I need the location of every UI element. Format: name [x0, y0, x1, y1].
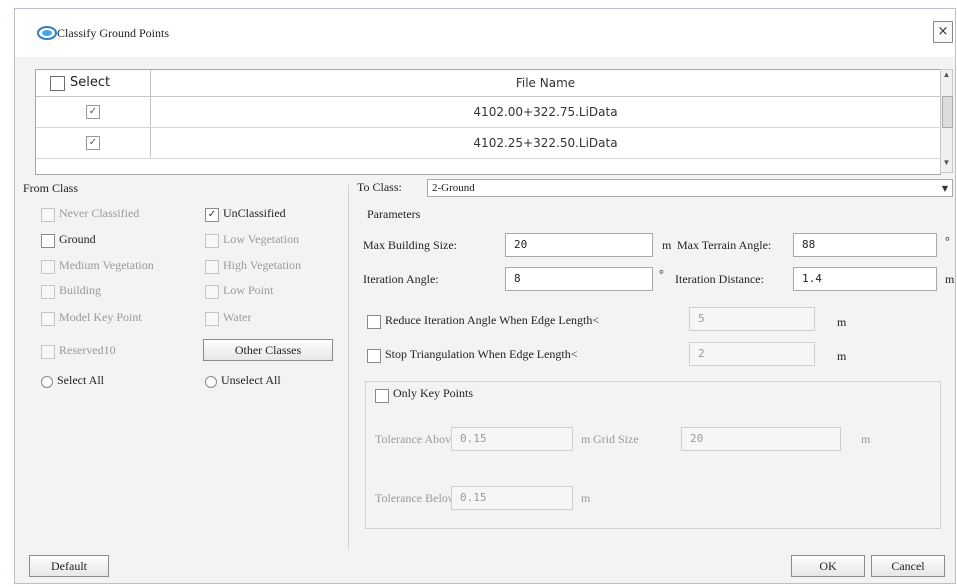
select-cell: ✓	[36, 97, 151, 127]
grid-size-unit: m	[861, 432, 871, 446]
stop-triangulation-checkbox[interactable]	[367, 349, 381, 363]
table-row[interactable]: ✓ 4102.00+322.75.LiData	[36, 97, 940, 128]
file-name-cell: 4102.25+322.50.LiData	[473, 136, 618, 150]
stop-edge-length-input[interactable]: 2	[689, 342, 815, 366]
unselect-all-label: Unselect All	[221, 373, 281, 387]
select-header-label: Select	[70, 75, 111, 90]
grid-size-label: Grid Size	[593, 432, 639, 446]
model-key-point-checkbox[interactable]	[41, 312, 55, 326]
reduce-iteration-angle-checkbox[interactable]	[367, 315, 381, 329]
never-classified-label: Never Classified	[59, 206, 140, 220]
grid-header: Select File Name	[36, 70, 940, 97]
medium-vegetation-label: Medium Vegetation	[59, 258, 154, 272]
default-button[interactable]: Default	[29, 555, 109, 577]
app-logo-icon	[37, 26, 57, 40]
max-terrain-angle-unit: °	[945, 234, 950, 248]
ok-button[interactable]: OK	[791, 555, 865, 577]
tolerance-above-label: Tolerance Above	[375, 432, 457, 446]
max-building-size-input[interactable]: 20	[505, 233, 653, 257]
grid-size-input[interactable]: 20	[681, 427, 841, 451]
stop-edge-length-unit: m	[837, 349, 847, 363]
max-terrain-angle-label: Max Terrain Angle:	[677, 238, 772, 252]
window-title: Classify Ground Points	[57, 26, 170, 40]
max-building-size-label: Max Building Size:	[363, 238, 457, 252]
close-button[interactable]: ×	[933, 21, 953, 43]
water-label: Water	[223, 310, 252, 324]
to-class-value: 2-Ground	[432, 182, 475, 194]
file-name-cell: 4102.00+322.75.LiData	[473, 105, 618, 119]
iteration-angle-unit: °	[659, 267, 664, 281]
medium-vegetation-checkbox[interactable]	[41, 260, 55, 274]
parameters-title: Parameters	[367, 207, 421, 221]
tolerance-below-unit: m	[581, 491, 591, 505]
max-building-size-unit: m	[662, 238, 672, 252]
iteration-distance-input[interactable]: 1.4	[793, 267, 937, 291]
low-point-label: Low Point	[223, 283, 274, 297]
file-name-header: File Name	[515, 76, 576, 90]
classify-ground-points-dialog: Classify Ground Points × Select File Nam…	[14, 8, 956, 584]
unclassified-checkbox[interactable]: ✓	[205, 208, 219, 222]
grid-scrollbar[interactable]: ▲ ▼	[940, 69, 953, 173]
scroll-up-arrow-icon[interactable]: ▲	[941, 70, 952, 84]
iteration-distance-label: Iteration Distance:	[675, 272, 764, 286]
never-classified-checkbox[interactable]	[41, 208, 55, 222]
scroll-thumb[interactable]	[942, 96, 953, 128]
select-all-radio[interactable]	[41, 376, 53, 388]
cancel-button[interactable]: Cancel	[871, 555, 945, 577]
max-terrain-angle-input[interactable]: 88	[793, 233, 937, 257]
to-class-label: To Class:	[357, 180, 402, 194]
building-label: Building	[59, 283, 102, 297]
tolerance-below-label: Tolerance Below	[375, 491, 457, 505]
high-vegetation-checkbox[interactable]	[205, 260, 219, 274]
to-class-dropdown[interactable]: 2-Ground ▼	[427, 179, 953, 197]
ground-checkbox[interactable]	[41, 234, 55, 248]
from-class-title: From Class	[23, 181, 79, 195]
water-checkbox[interactable]	[205, 312, 219, 326]
reduce-edge-length-input[interactable]: 5	[689, 307, 815, 331]
iteration-angle-label: Iteration Angle:	[363, 272, 439, 286]
select-column-header: Select	[36, 70, 151, 96]
title-bar: Classify Ground Points ×	[15, 9, 955, 57]
stop-triangulation-label: Stop Triangulation When Edge Length<	[385, 347, 578, 361]
select-all-label: Select All	[57, 373, 104, 387]
unselect-all-radio[interactable]	[205, 376, 217, 388]
reserved10-checkbox[interactable]	[41, 345, 55, 359]
row-checkbox[interactable]: ✓	[86, 105, 100, 119]
only-key-points-checkbox[interactable]	[375, 389, 389, 403]
table-row[interactable]: ✓ 4102.25+322.50.LiData	[36, 128, 940, 159]
reduce-edge-length-unit: m	[837, 315, 847, 329]
tolerance-below-input[interactable]: 0.15	[451, 486, 573, 510]
other-classes-button[interactable]: Other Classes	[203, 339, 333, 361]
only-key-points-label: Only Key Points	[393, 386, 474, 401]
reserved10-label: Reserved10	[59, 343, 116, 357]
tolerance-above-input[interactable]: 0.15	[451, 427, 573, 451]
unclassified-label: UnClassified	[223, 206, 286, 220]
iteration-distance-unit: m	[945, 272, 955, 286]
reduce-iteration-angle-label: Reduce Iteration Angle When Edge Length<	[385, 313, 600, 327]
low-point-checkbox[interactable]	[205, 285, 219, 299]
low-vegetation-checkbox[interactable]	[205, 234, 219, 248]
row-checkbox[interactable]: ✓	[86, 136, 100, 150]
tolerance-above-unit: m	[581, 432, 591, 446]
ground-label: Ground	[59, 232, 96, 246]
low-vegetation-label: Low Vegetation	[223, 232, 300, 246]
scroll-down-arrow-icon[interactable]: ▼	[941, 158, 952, 172]
chevron-down-icon: ▼	[941, 184, 948, 193]
select-cell: ✓	[36, 128, 151, 158]
high-vegetation-label: High Vegetation	[223, 258, 302, 272]
building-checkbox[interactable]	[41, 285, 55, 299]
iteration-angle-input[interactable]: 8	[505, 267, 653, 291]
select-all-files-checkbox[interactable]	[50, 76, 65, 91]
model-key-point-label: Model Key Point	[59, 310, 142, 324]
file-grid: Select File Name ✓ 4102.00+322.75.LiData…	[35, 69, 953, 175]
panel-divider	[348, 185, 349, 549]
